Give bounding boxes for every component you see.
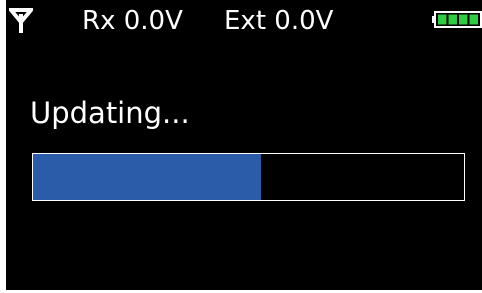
battery-icon [432, 11, 482, 28]
battery-cell [469, 14, 478, 25]
antenna-icon [9, 8, 33, 33]
update-status-message: Updating... [30, 96, 190, 130]
battery-cell [459, 14, 468, 25]
device-frame: Rx 0.0V Ext 0.0V Updating... [0, 0, 482, 293]
battery-cells [438, 14, 478, 25]
battery-cell [448, 14, 457, 25]
battery-cell [438, 14, 447, 25]
ext-voltage: Ext 0.0V [224, 6, 334, 36]
device-screen: Rx 0.0V Ext 0.0V Updating... [6, 0, 482, 290]
rx-voltage: Rx 0.0V [82, 6, 183, 36]
update-progress-fill [33, 154, 262, 200]
update-progress-bar [32, 153, 465, 201]
status-bar: Rx 0.0V Ext 0.0V [6, 0, 482, 44]
